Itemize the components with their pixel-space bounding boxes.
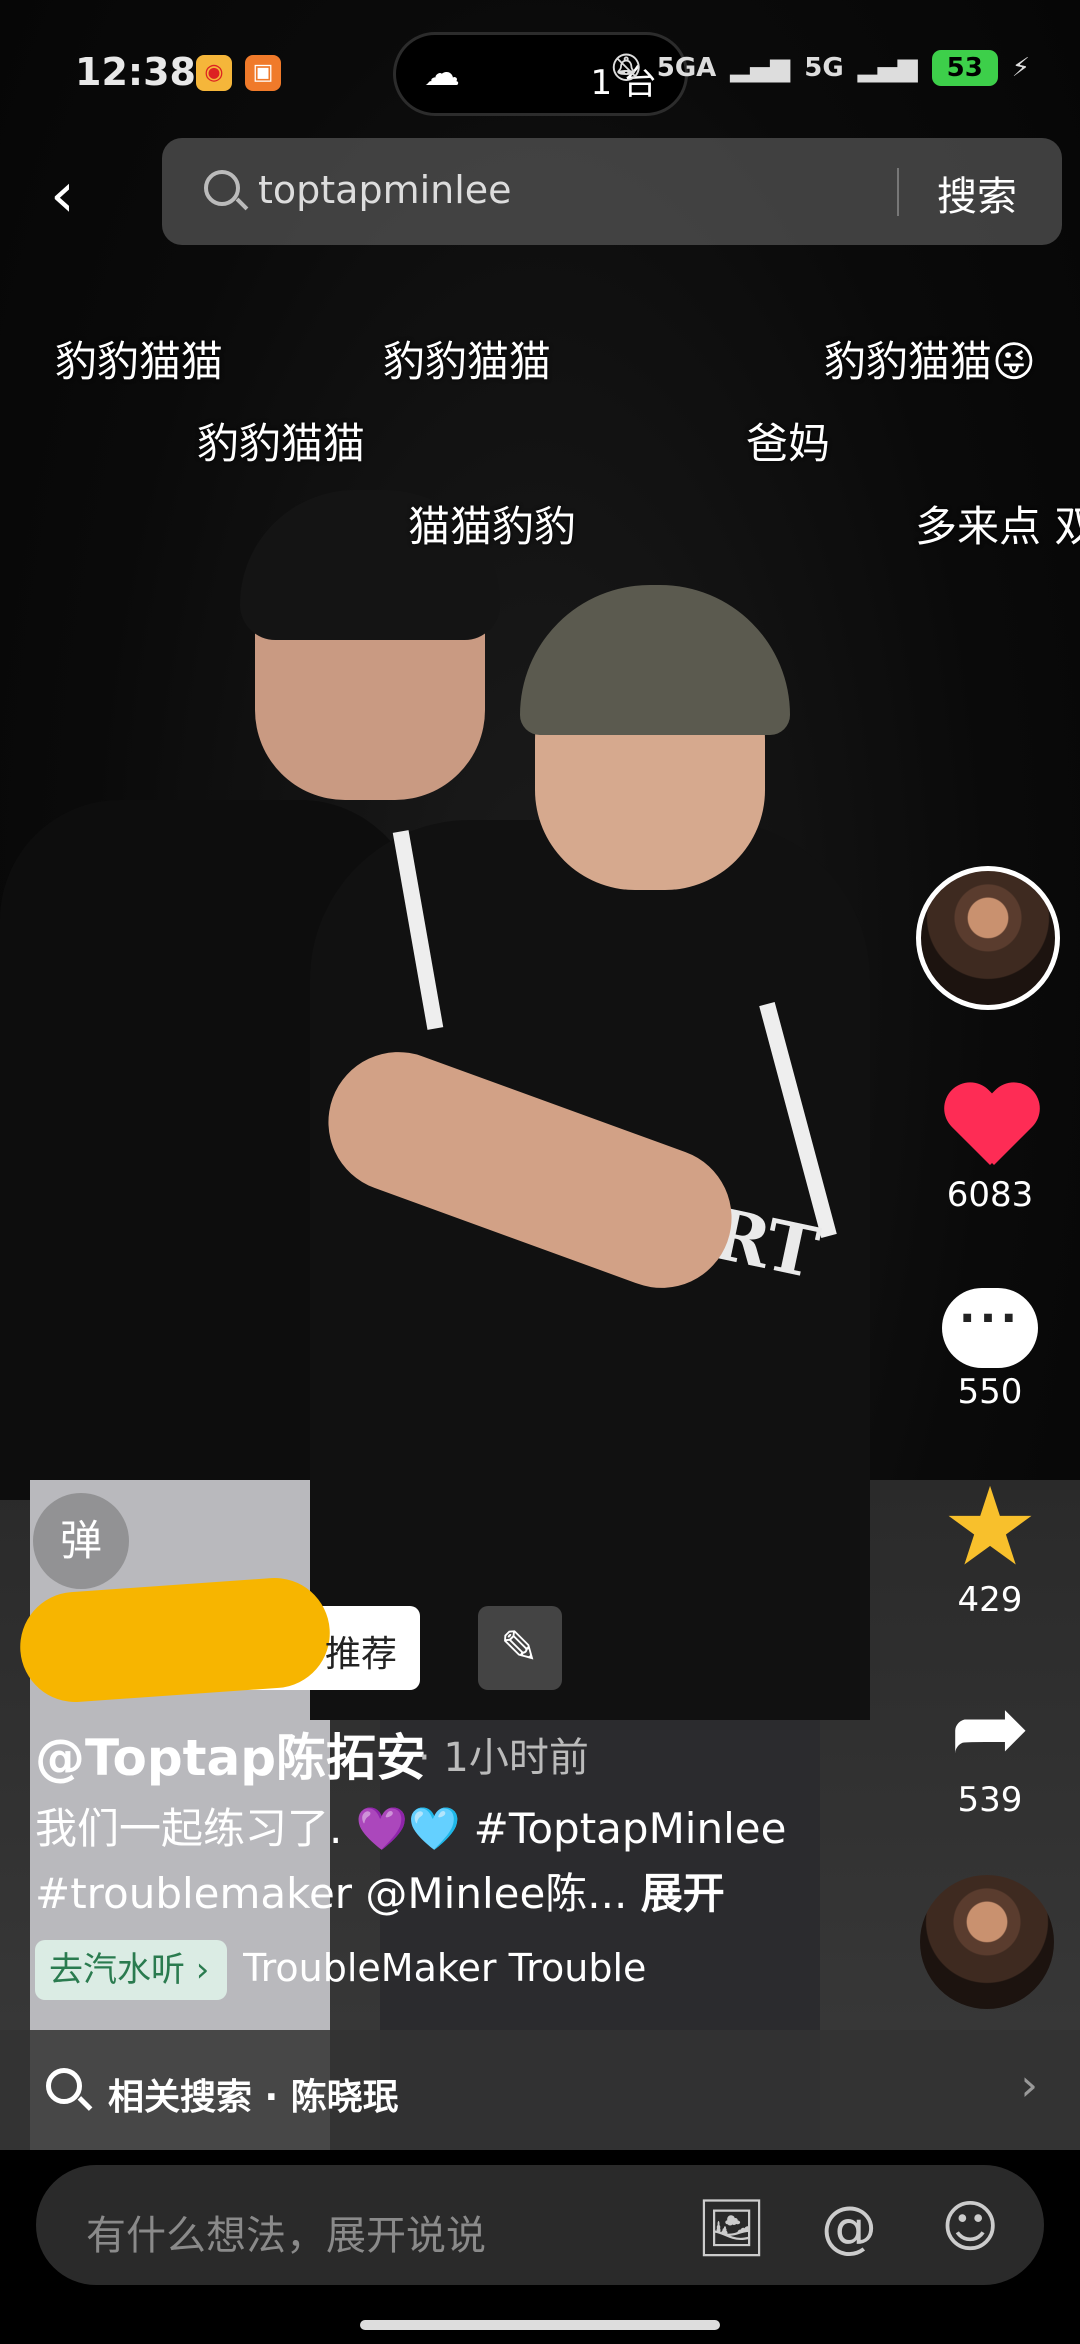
battery-level: 53 — [931, 50, 998, 86]
post-time: · 1小时前 — [418, 1735, 589, 1781]
search-button[interactable]: 搜索 — [937, 164, 1017, 222]
danmaku-comment: 猫猫豹豹 — [408, 502, 577, 551]
search-query[interactable]: toptapminlee — [258, 168, 512, 212]
star-icon: ★ — [941, 1465, 1039, 1590]
search-divider — [897, 168, 899, 216]
chevron-right-icon: › — [1020, 2060, 1038, 2111]
app-notification-icon: ▣ — [245, 55, 281, 91]
comment-bar: 有什么想法，展开说说 🖼︎ @ ☺ — [0, 2150, 1080, 2344]
music-track-title[interactable]: TroubleMaker Trouble — [243, 1946, 673, 1990]
comment-bubble-icon: ··· — [942, 1288, 1038, 1368]
danmaku-comment: 豹豹猫猫 — [55, 337, 224, 386]
caption-text: #troublemaker @Minlee陈... — [35, 1869, 628, 1918]
video-person-front-cap — [520, 585, 790, 735]
caption-line-1: 我们一起练习了. 💜🩵 #ToptapMinlee — [35, 1804, 787, 1853]
redaction-mark — [16, 1574, 334, 1706]
danmaku-comment: 豹豹猫猫 — [197, 419, 366, 468]
emoji-icon[interactable]: ☺ — [941, 2195, 999, 2260]
danmaku-toggle-button[interactable]: 弹 — [33, 1493, 129, 1589]
comment-input[interactable]: 有什么想法，展开说说 🖼︎ @ ☺ — [36, 2165, 1044, 2285]
danmaku-comment: 多来点 双 — [915, 502, 1080, 551]
comment-button[interactable]: ··· 550 — [920, 1288, 1060, 1412]
favorite-count: 429 — [957, 1580, 1023, 1620]
author-name[interactable]: @Toptap陈拓安 — [35, 1718, 426, 1790]
signal-bars-icon: ▂▄▆ — [730, 53, 791, 83]
comment-placeholder: 有什么想法，展开说说 — [86, 2213, 486, 2259]
recommend-tag-label: 推荐 — [325, 1634, 398, 1675]
back-button[interactable]: ‹ — [50, 160, 110, 230]
search-bar[interactable]: toptapminlee 搜索 — [162, 138, 1062, 245]
heart-icon — [942, 1085, 1038, 1171]
share-button[interactable]: ➦ 539 — [920, 1680, 1060, 1820]
mention-icon[interactable]: @ — [821, 2195, 877, 2260]
author-avatar[interactable] — [916, 866, 1060, 1010]
favorite-button[interactable]: ★ 429 — [920, 1465, 1060, 1621]
mute-icon: 🔕︎ — [609, 53, 643, 83]
signal-5ga: 5GA — [656, 53, 717, 83]
signal-bars-icon: ▂▄▆ — [857, 53, 918, 83]
like-button[interactable]: 6083 — [920, 1085, 1060, 1215]
home-indicator[interactable] — [360, 2320, 720, 2330]
status-indicators: 🔕︎ 5GA ▂▄▆ 5G ▂▄▆ 53 ⚡ — [610, 50, 1030, 86]
danmaku-comment: 豹豹猫猫 — [383, 337, 552, 386]
music-disc-avatar[interactable] — [920, 1875, 1054, 2009]
weibo-icon: ◉ — [196, 55, 232, 91]
related-search-text: 相关搜索 · 陈晓珉 — [108, 2077, 399, 2118]
like-count: 6083 — [946, 1175, 1034, 1215]
expand-caption-button[interactable]: 展开 — [641, 1869, 725, 1918]
image-icon[interactable]: 🖼︎ — [696, 2195, 767, 2261]
status-bar: 12:38 ◉ ▣ ☁ 1 台 🔕︎ 5GA ▂▄▆ 5G ▂▄▆ 53 ⚡ — [0, 0, 1080, 140]
edit-button[interactable]: ✎ — [478, 1606, 562, 1690]
caption-line-2: #troublemaker @Minlee陈... 展开 — [35, 1860, 725, 1921]
related-search-bar[interactable]: 相关搜索 · 陈晓珉 › — [0, 2030, 1080, 2150]
search-icon — [204, 170, 240, 206]
danmaku-comment: 爸妈 — [746, 419, 831, 468]
danmaku-comment: 豹豹猫猫😜 — [824, 337, 1036, 386]
charging-icon: ⚡ — [1011, 53, 1030, 83]
edit-icon: ✎ — [500, 1620, 539, 1674]
share-count: 539 — [957, 1780, 1023, 1820]
comment-count: 550 — [957, 1372, 1023, 1412]
cast-icon: ☁ — [424, 53, 460, 94]
share-arrow-icon: ➦ — [949, 1672, 1031, 1784]
open-in-soda-music-button[interactable]: 去汽水听 › — [35, 1940, 227, 2000]
status-time: 12:38 — [75, 50, 196, 94]
search-icon — [46, 2068, 82, 2104]
signal-5g: 5G — [804, 53, 844, 83]
